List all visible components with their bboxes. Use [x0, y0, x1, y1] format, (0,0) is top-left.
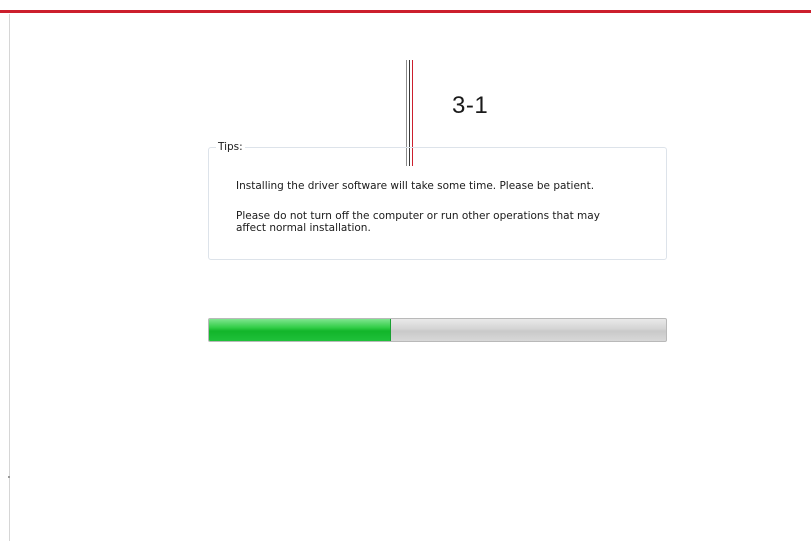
install-progress-bar: [208, 318, 667, 342]
annotation-label: 3-1: [452, 92, 489, 119]
installer-page: 3-1 Tips: Installing the driver software…: [0, 0, 811, 541]
install-progress-fill: [209, 319, 391, 341]
tips-group-box: [208, 147, 667, 260]
left-border-mark: [8, 476, 10, 478]
tips-message-wait: Installing the driver software will take…: [236, 180, 595, 192]
left-border: [9, 14, 10, 541]
tips-message-warning-line2: affect normal installation.: [236, 222, 371, 234]
tips-legend: Tips:: [216, 140, 245, 154]
tips-message-warning-line1: Please do not turn off the computer or r…: [236, 210, 600, 222]
window-top-border: [0, 0, 811, 13]
